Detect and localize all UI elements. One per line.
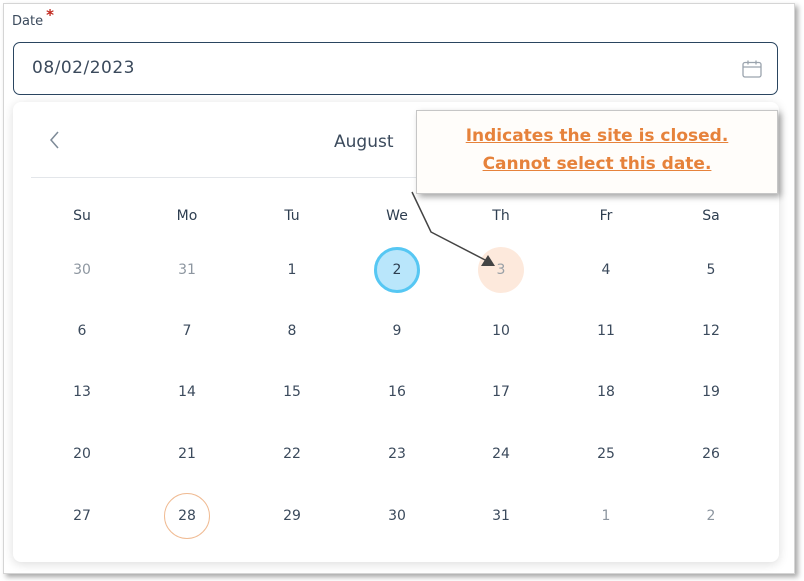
weekday-fr: Fr <box>599 208 613 224</box>
screenshot-frame: Date* 08/02/2023 August 2023 SuMoTuWeThF… <box>3 3 795 574</box>
calendar-day[interactable]: 2 <box>374 247 420 293</box>
annotation-callout: Indicates the site is closed. Cannot sel… <box>416 110 778 194</box>
calendar-day[interactable]: 7 <box>164 308 210 354</box>
required-asterisk: * <box>46 6 54 24</box>
calendar-day[interactable]: 26 <box>688 431 734 477</box>
calendar-day[interactable]: 22 <box>269 431 315 477</box>
calendar-day[interactable]: 30 <box>59 247 105 293</box>
calendar-day[interactable]: 23 <box>374 431 420 477</box>
calendar-day[interactable]: 9 <box>374 308 420 354</box>
calendar-day: 3 <box>478 247 524 293</box>
date-input[interactable]: 08/02/2023 <box>13 42 778 95</box>
chevron-left-icon[interactable] <box>47 128 63 152</box>
calendar-day[interactable]: 25 <box>583 431 629 477</box>
calendar-day[interactable]: 19 <box>688 369 734 415</box>
calendar-day[interactable]: 16 <box>374 369 420 415</box>
date-field-label: Date * <box>12 6 54 29</box>
date-label-text: Date <box>12 14 44 29</box>
calendar-day[interactable]: 14 <box>164 369 210 415</box>
calendar-day[interactable]: 15 <box>269 369 315 415</box>
calendar-month[interactable]: August <box>334 132 394 152</box>
calendar-day[interactable]: 31 <box>478 493 524 539</box>
weekday-su: Su <box>73 208 91 224</box>
calendar-day[interactable]: 13 <box>59 369 105 415</box>
calendar-day[interactable]: 20 <box>59 431 105 477</box>
date-input-value: 08/02/2023 <box>32 58 135 78</box>
calendar-day[interactable]: 6 <box>59 308 105 354</box>
weekday-th: Th <box>492 208 510 224</box>
calendar-day[interactable]: 4 <box>583 247 629 293</box>
annotation-line-1: Indicates the site is closed. <box>465 126 729 146</box>
calendar-day[interactable]: 29 <box>269 493 315 539</box>
calendar-day[interactable]: 24 <box>478 431 524 477</box>
calendar-day[interactable]: 27 <box>59 493 105 539</box>
calendar-day[interactable]: 8 <box>269 308 315 354</box>
calendar-day[interactable]: 11 <box>583 308 629 354</box>
calendar-day[interactable]: 10 <box>478 308 524 354</box>
calendar-day[interactable]: 2 <box>688 493 734 539</box>
calendar-day[interactable]: 17 <box>478 369 524 415</box>
calendar-day[interactable]: 18 <box>583 369 629 415</box>
calendar-day[interactable]: 30 <box>374 493 420 539</box>
calendar-day[interactable]: 1 <box>583 493 629 539</box>
weekday-tu: Tu <box>284 208 300 224</box>
calendar-day[interactable]: 1 <box>269 247 315 293</box>
calendar-day[interactable]: 12 <box>688 308 734 354</box>
calendar-day[interactable]: 31 <box>164 247 210 293</box>
calendar-day[interactable]: 5 <box>688 247 734 293</box>
annotation-line-2: Cannot select this date. <box>482 154 712 174</box>
weekday-sa: Sa <box>702 208 720 224</box>
calendar-day[interactable]: 21 <box>164 431 210 477</box>
weekday-mo: Mo <box>176 208 198 224</box>
calendar-day[interactable]: 28 <box>164 493 210 539</box>
calendar-icon[interactable] <box>742 60 762 78</box>
weekday-we: We <box>386 208 408 224</box>
